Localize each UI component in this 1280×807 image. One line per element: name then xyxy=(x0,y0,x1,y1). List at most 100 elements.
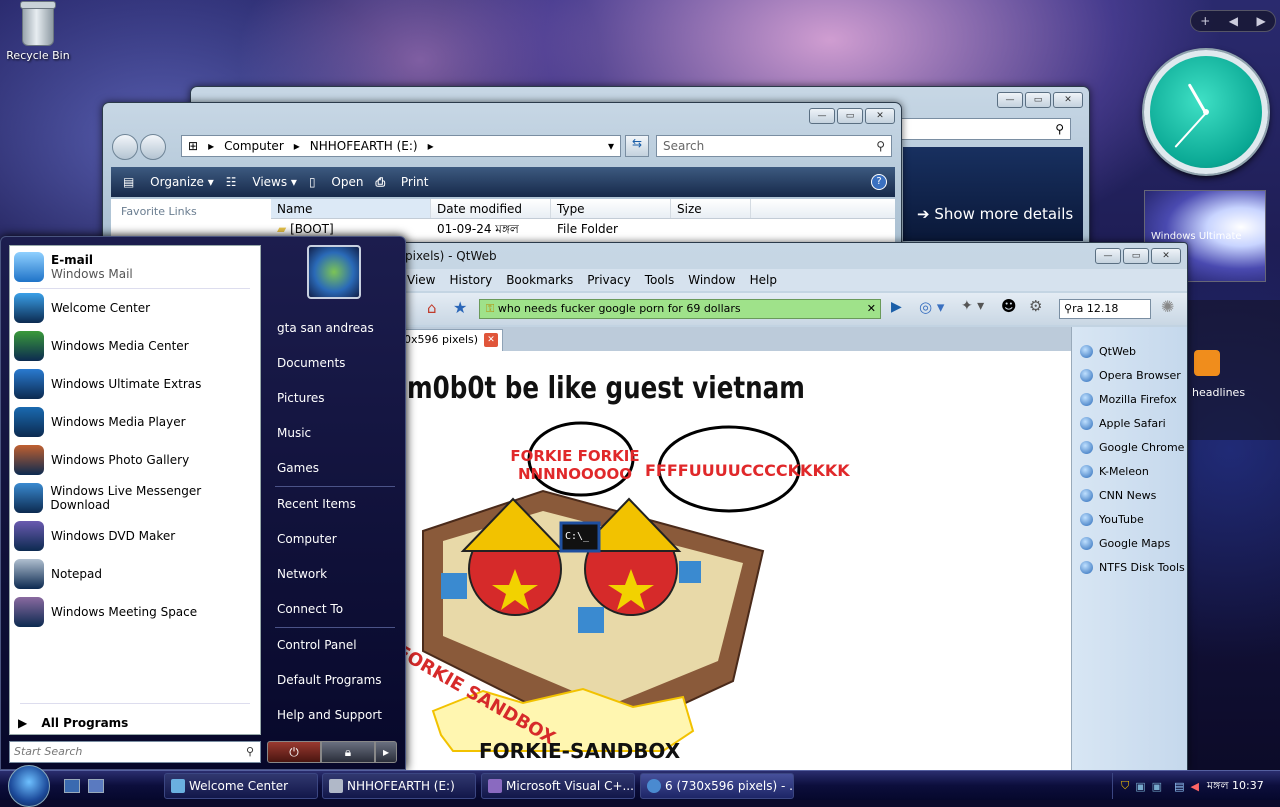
menu-help[interactable]: Help xyxy=(750,273,777,287)
program-windows-meeting-space[interactable]: Windows Meeting Space xyxy=(10,593,260,631)
search-input[interactable]: Search ⚲ xyxy=(656,135,892,157)
bookmark-ntfs-disk-tools[interactable]: NTFS Disk Tools xyxy=(1072,555,1187,579)
sidebar-next-button[interactable]: ▶ xyxy=(1257,14,1266,28)
start-item-control-panel[interactable]: Control Panel xyxy=(267,628,403,663)
program-notepad[interactable]: Notepad xyxy=(10,555,260,593)
pinned-email[interactable]: E-mail Windows Mail xyxy=(10,246,260,288)
views-menu[interactable]: ☷ Views ▾ xyxy=(226,175,297,189)
power-menu-arrow[interactable]: ▸ xyxy=(375,741,397,763)
minimize-button[interactable]: — xyxy=(997,92,1023,108)
bookmark-google-chrome[interactable]: Google Chrome xyxy=(1072,435,1187,459)
minimize-button[interactable]: — xyxy=(1095,248,1121,264)
minimize-button[interactable]: — xyxy=(809,108,835,124)
program-welcome-center[interactable]: Welcome Center xyxy=(10,289,260,327)
start-item-gta-san-andreas[interactable]: gta san andreas xyxy=(267,311,403,346)
bookmark-qtweb[interactable]: QtWeb xyxy=(1072,339,1187,363)
breadcrumb-computer[interactable]: Computer xyxy=(224,139,284,153)
bookmark-opera-browser[interactable]: Opera Browser xyxy=(1072,363,1187,387)
start-item-documents[interactable]: Documents xyxy=(267,346,403,381)
organize-menu[interactable]: ▤ Organize ▾ xyxy=(123,175,214,189)
tray-icon-2[interactable]: ▣ xyxy=(1135,780,1145,793)
start-item-network[interactable]: Network xyxy=(267,557,403,592)
back-search-input[interactable]: ⚲ xyxy=(891,118,1071,140)
all-programs[interactable]: ▶ All Programs xyxy=(18,716,128,730)
web-search-input[interactable]: ⚲ra 12.18 xyxy=(1059,299,1151,319)
volume-icon[interactable]: ◀ xyxy=(1190,780,1198,793)
bookmark-youtube[interactable]: YouTube xyxy=(1072,507,1187,531)
sidebar-add-button[interactable]: + xyxy=(1200,14,1210,28)
print-button[interactable]: ⎙ Print xyxy=(375,175,428,190)
close-button[interactable]: ✕ xyxy=(1053,92,1083,108)
bookmark-k-meleon[interactable]: K-Meleon xyxy=(1072,459,1187,483)
go-icon[interactable]: ▶ xyxy=(891,299,902,315)
bookmark-apple-safari[interactable]: Apple Safari xyxy=(1072,411,1187,435)
wand-icon[interactable]: ✦ ▾ xyxy=(961,298,984,314)
clear-url-icon[interactable]: ✕ xyxy=(867,300,876,318)
close-tab-icon[interactable]: ✕ xyxy=(484,333,498,347)
menu-bookmarks[interactable]: Bookmarks xyxy=(506,273,573,287)
refresh-button[interactable]: ⇆ xyxy=(625,135,649,157)
program-windows-photo-gallery[interactable]: Windows Photo Gallery xyxy=(10,441,260,479)
user-icon[interactable]: ☻ xyxy=(1001,297,1017,315)
program-windows-live-messenger-download[interactable]: Windows Live Messenger Download xyxy=(10,479,260,517)
start-item-recent-items[interactable]: Recent Items xyxy=(267,487,403,522)
breadcrumb-drive[interactable]: NHHOFEARTH (E:) xyxy=(310,139,418,153)
start-item-computer[interactable]: Computer xyxy=(267,522,403,557)
star-icon[interactable]: ★ xyxy=(453,298,467,317)
chevron-down-icon[interactable]: ▾ xyxy=(608,139,614,153)
maximize-button[interactable]: ▭ xyxy=(1025,92,1051,108)
settings-icon[interactable]: ⚙ xyxy=(1029,297,1042,315)
menu-window[interactable]: Window xyxy=(688,273,735,287)
qtweb-window[interactable]: pixels) - QtWeb — ▭ ✕ View History Bookm… xyxy=(392,242,1188,771)
bookmark-mozilla-firefox[interactable]: Mozilla Firefox xyxy=(1072,387,1187,411)
forward-arrow-button[interactable] xyxy=(140,134,166,160)
menu-history[interactable]: History xyxy=(449,273,492,287)
start-item-pictures[interactable]: Pictures xyxy=(267,381,403,416)
explorer-window[interactable]: — ▭ ✕ ⊞ ▸ Computer ▸ NHHOFEARTH (E:) ▸ ▾… xyxy=(102,102,902,256)
address-bar[interactable]: ⊞ ▸ Computer ▸ NHHOFEARTH (E:) ▸ ▾ xyxy=(181,135,621,157)
show-desktop-icon[interactable] xyxy=(64,779,80,793)
back-arrow-button[interactable] xyxy=(112,134,138,160)
shield-icon[interactable]: ⛉ xyxy=(1121,779,1129,793)
menu-view[interactable]: View xyxy=(407,273,435,287)
open-button[interactable]: ▯ Open xyxy=(309,175,364,189)
column-name[interactable]: Name xyxy=(271,199,431,218)
taskbar-explorer[interactable]: NHHOFEARTH (E:) xyxy=(322,773,476,799)
url-input[interactable]: ⚿ who needs fucker google porn for 69 do… xyxy=(479,299,881,319)
program-windows-dvd-maker[interactable]: Windows DVD Maker xyxy=(10,517,260,555)
recycle-bin[interactable]: Recycle Bin xyxy=(4,1,72,62)
program-windows-ultimate-extras[interactable]: Windows Ultimate Extras xyxy=(10,365,260,403)
user-picture[interactable] xyxy=(307,245,361,299)
maximize-button[interactable]: ▭ xyxy=(837,108,863,124)
tab-image[interactable]: 0x596 pixels) ✕ xyxy=(393,329,503,351)
globe-icon[interactable]: ◎ ▾ xyxy=(919,298,944,316)
start-orb[interactable] xyxy=(8,765,50,807)
close-button[interactable]: ✕ xyxy=(865,108,895,124)
menu-privacy[interactable]: Privacy xyxy=(587,273,630,287)
start-item-games[interactable]: Games xyxy=(267,451,403,486)
column-date[interactable]: Date modified xyxy=(431,199,551,218)
start-item-connect-to[interactable]: Connect To xyxy=(267,592,403,627)
help-icon[interactable]: ? xyxy=(871,174,887,190)
show-more-details[interactable]: Show more details xyxy=(934,205,1073,223)
program-windows-media-center[interactable]: Windows Media Center xyxy=(10,327,260,365)
home-icon[interactable]: ⌂ xyxy=(427,299,437,317)
clock-text[interactable]: মঙ্গল 10:37 xyxy=(1207,777,1264,796)
start-item-default-programs[interactable]: Default Programs xyxy=(267,663,403,698)
close-button[interactable]: ✕ xyxy=(1151,248,1181,264)
maximize-button[interactable]: ▭ xyxy=(1123,248,1149,264)
start-search-input[interactable]: Start Search ⚲ xyxy=(9,741,261,763)
bookmark-cnn-news[interactable]: CNN News xyxy=(1072,483,1187,507)
column-type[interactable]: Type xyxy=(551,199,671,218)
tray-icon-3[interactable]: ▣ xyxy=(1152,780,1162,793)
start-item-music[interactable]: Music xyxy=(267,416,403,451)
taskbar-welcome-center[interactable]: Welcome Center xyxy=(164,773,318,799)
start-item-help-and-support[interactable]: Help and Support xyxy=(267,698,403,733)
menu-tools[interactable]: Tools xyxy=(645,273,675,287)
power-button[interactable]: ⏻ xyxy=(267,741,321,763)
network-icon[interactable]: ▤ xyxy=(1174,780,1184,793)
lock-button[interactable]: 🔒︎ xyxy=(321,741,375,763)
feed-gadget[interactable]: headlines xyxy=(1188,300,1280,440)
sidebar-prev-button[interactable]: ◀ xyxy=(1229,14,1238,28)
column-size[interactable]: Size xyxy=(671,199,751,218)
